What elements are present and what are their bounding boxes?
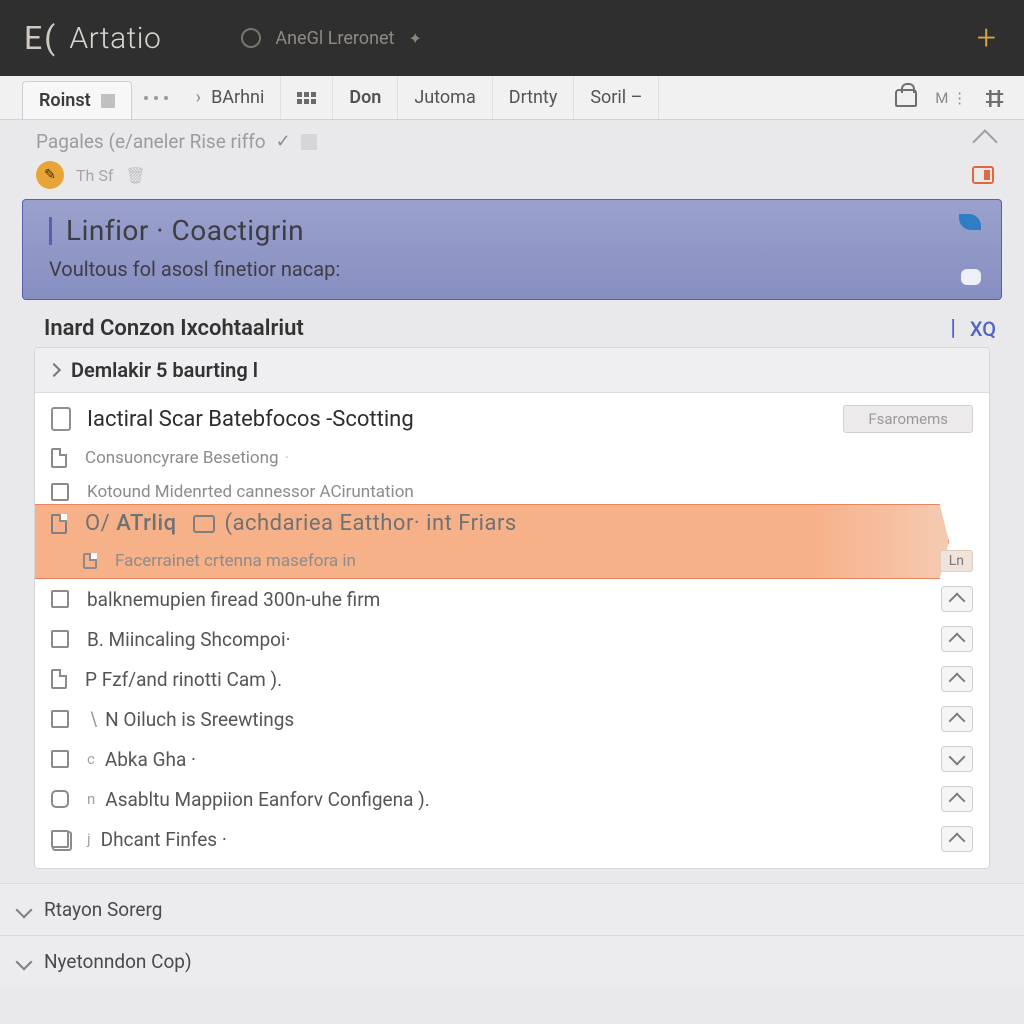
checkbox-icon[interactable] <box>51 750 69 768</box>
list-item[interactable]: ∖ N Oiluch is Sreewtings <box>35 699 989 739</box>
list-item[interactable]: n Asabltu Mappiion Eanforv Configena ). <box>35 779 989 819</box>
tab-strip: Roinst ›BArhni Don Jutoma Drtnty Soril –… <box>0 76 1024 120</box>
square-icon <box>101 94 115 108</box>
flag-badge-icon[interactable] <box>972 166 994 184</box>
checkbox-icon[interactable] <box>51 710 69 728</box>
line-badge: Ln <box>940 550 973 572</box>
notice-banner: Linfior · Coactigrin Voultous fol asosl … <box>22 199 1002 300</box>
checkbox-icon[interactable] <box>51 483 69 501</box>
target-icon <box>241 28 261 48</box>
collapsed-section-2[interactable]: Nyetonndon Cop) <box>0 935 1024 987</box>
chat-icon[interactable] <box>961 269 981 285</box>
edit-badge[interactable]: ✎ <box>36 161 64 189</box>
list-item[interactable]: balknemupien firead 300n-uhe firm <box>35 579 989 619</box>
trash-icon[interactable]: 🗑 <box>125 166 145 185</box>
section-header: Inard Conzon Ixcohtaalriut | XQ <box>0 310 1024 347</box>
hl-prefix: O/ <box>85 511 110 536</box>
chevron-down-icon <box>16 901 33 918</box>
move-up-button[interactable] <box>941 786 973 812</box>
tab-m-label: M ⋮ <box>935 89 967 107</box>
tab-soril[interactable]: Soril – <box>574 76 659 119</box>
move-up-button[interactable] <box>941 586 973 612</box>
status-text: Th Sf <box>76 166 113 185</box>
doc-icon <box>51 514 67 534</box>
list-item[interactable]: c Abka Gha · <box>35 739 989 779</box>
list-item[interactable]: j Dhcant Finfes · <box>35 819 989 868</box>
tab-roinst[interactable]: Roinst <box>22 81 132 119</box>
divider-icon: | <box>950 316 956 341</box>
doc-icon <box>83 553 97 569</box>
chevron-right-icon <box>47 363 61 377</box>
move-up-button[interactable] <box>941 746 973 772</box>
block-icon <box>301 134 317 150</box>
page-icon <box>51 407 71 431</box>
columns-icon[interactable]: ‡‡ <box>985 87 1002 108</box>
chevron-up-icon[interactable] <box>972 129 997 154</box>
tab-grid[interactable] <box>281 76 333 119</box>
checkbox-icon[interactable] <box>51 790 69 808</box>
move-up-button[interactable] <box>941 666 973 692</box>
xq-action[interactable]: XQ <box>970 317 996 341</box>
brand-mark: E) <box>24 19 55 57</box>
group-title-button[interactable]: Fsaromems <box>843 405 973 433</box>
hl-main: ATrliq <box>116 511 176 536</box>
spark-icon: ✦ <box>408 29 421 48</box>
grid-icon <box>297 92 316 104</box>
tab-don[interactable]: Don <box>333 76 398 119</box>
checkbox-icon[interactable] <box>51 630 69 648</box>
banner-subtitle: Voultous fol asosl finetior nacap: <box>49 257 981 281</box>
main-panel: Demlakir 5 baurting l Iactiral Scar Bate… <box>34 347 990 869</box>
group-title-text: Iactiral Scar Batebfocos -Scotting <box>87 407 414 432</box>
highlighted-item-1[interactable]: O/ ATrliq (achdariea Eatthor· int Friars <box>35 504 989 543</box>
group-title-row: Iactiral Scar Batebfocos -Scotting Fsaro… <box>35 393 989 441</box>
chip-icon <box>193 515 215 533</box>
hl-rest: (achdariea Eatthor· int Friars <box>225 511 517 536</box>
header-context-text: AneGl Lreronet <box>275 28 394 49</box>
checkbox-icon[interactable] <box>51 830 69 848</box>
breadcrumb-text: Pagales (e/aneler Rise riffo <box>36 130 266 153</box>
brand-name: Artatio <box>69 21 161 56</box>
collapsed-section-1[interactable]: Rtayon Sorerg <box>0 883 1024 935</box>
doc-icon <box>51 448 67 468</box>
doc-icon <box>51 669 67 689</box>
chevron-down-icon <box>16 953 33 970</box>
highlighted-region: O/ ATrliq (achdariea Eatthor· int Friars… <box>35 504 989 579</box>
list-item[interactable]: Kotound Midenrted cannessor ACiruntation <box>35 475 989 504</box>
status-row: ✎ Th Sf 🗑 <box>0 157 1024 199</box>
list-item[interactable]: Consuoncyrare Besetiong· <box>35 441 989 475</box>
highlighted-item-2[interactable]: Facerrainet crtenna masefora in Ln <box>35 543 989 579</box>
move-up-button[interactable] <box>941 626 973 652</box>
bag-icon[interactable] <box>895 89 917 107</box>
check-icon: ✓ <box>276 131 291 152</box>
tab-barhni[interactable]: ›BArhni <box>180 76 282 119</box>
tab-jutoma[interactable]: Jutoma <box>398 76 492 119</box>
tab-drtnty[interactable]: Drtnty <box>493 76 575 119</box>
group-header[interactable]: Demlakir 5 baurting l <box>35 348 989 393</box>
section-title: Inard Conzon Ixcohtaalriut <box>44 316 304 341</box>
list-item[interactable]: B. Miincaling Shcompoi· <box>35 619 989 659</box>
banner-title: Linfior · Coactigrin <box>49 214 981 247</box>
checkbox-icon[interactable] <box>51 590 69 608</box>
tab-overflow[interactable] <box>132 76 180 119</box>
list-item[interactable]: P Fzf/and rinotti Cam ). <box>35 659 989 699</box>
app-header: E) Artatio AneGl Lreronet ✦ + <box>0 0 1024 76</box>
add-button[interactable]: + <box>977 18 996 58</box>
breadcrumb: Pagales (e/aneler Rise riffo ✓ <box>0 120 1024 157</box>
move-up-button[interactable] <box>941 706 973 732</box>
move-up-button[interactable] <box>941 826 973 852</box>
header-context: AneGl Lreronet ✦ <box>241 28 421 49</box>
